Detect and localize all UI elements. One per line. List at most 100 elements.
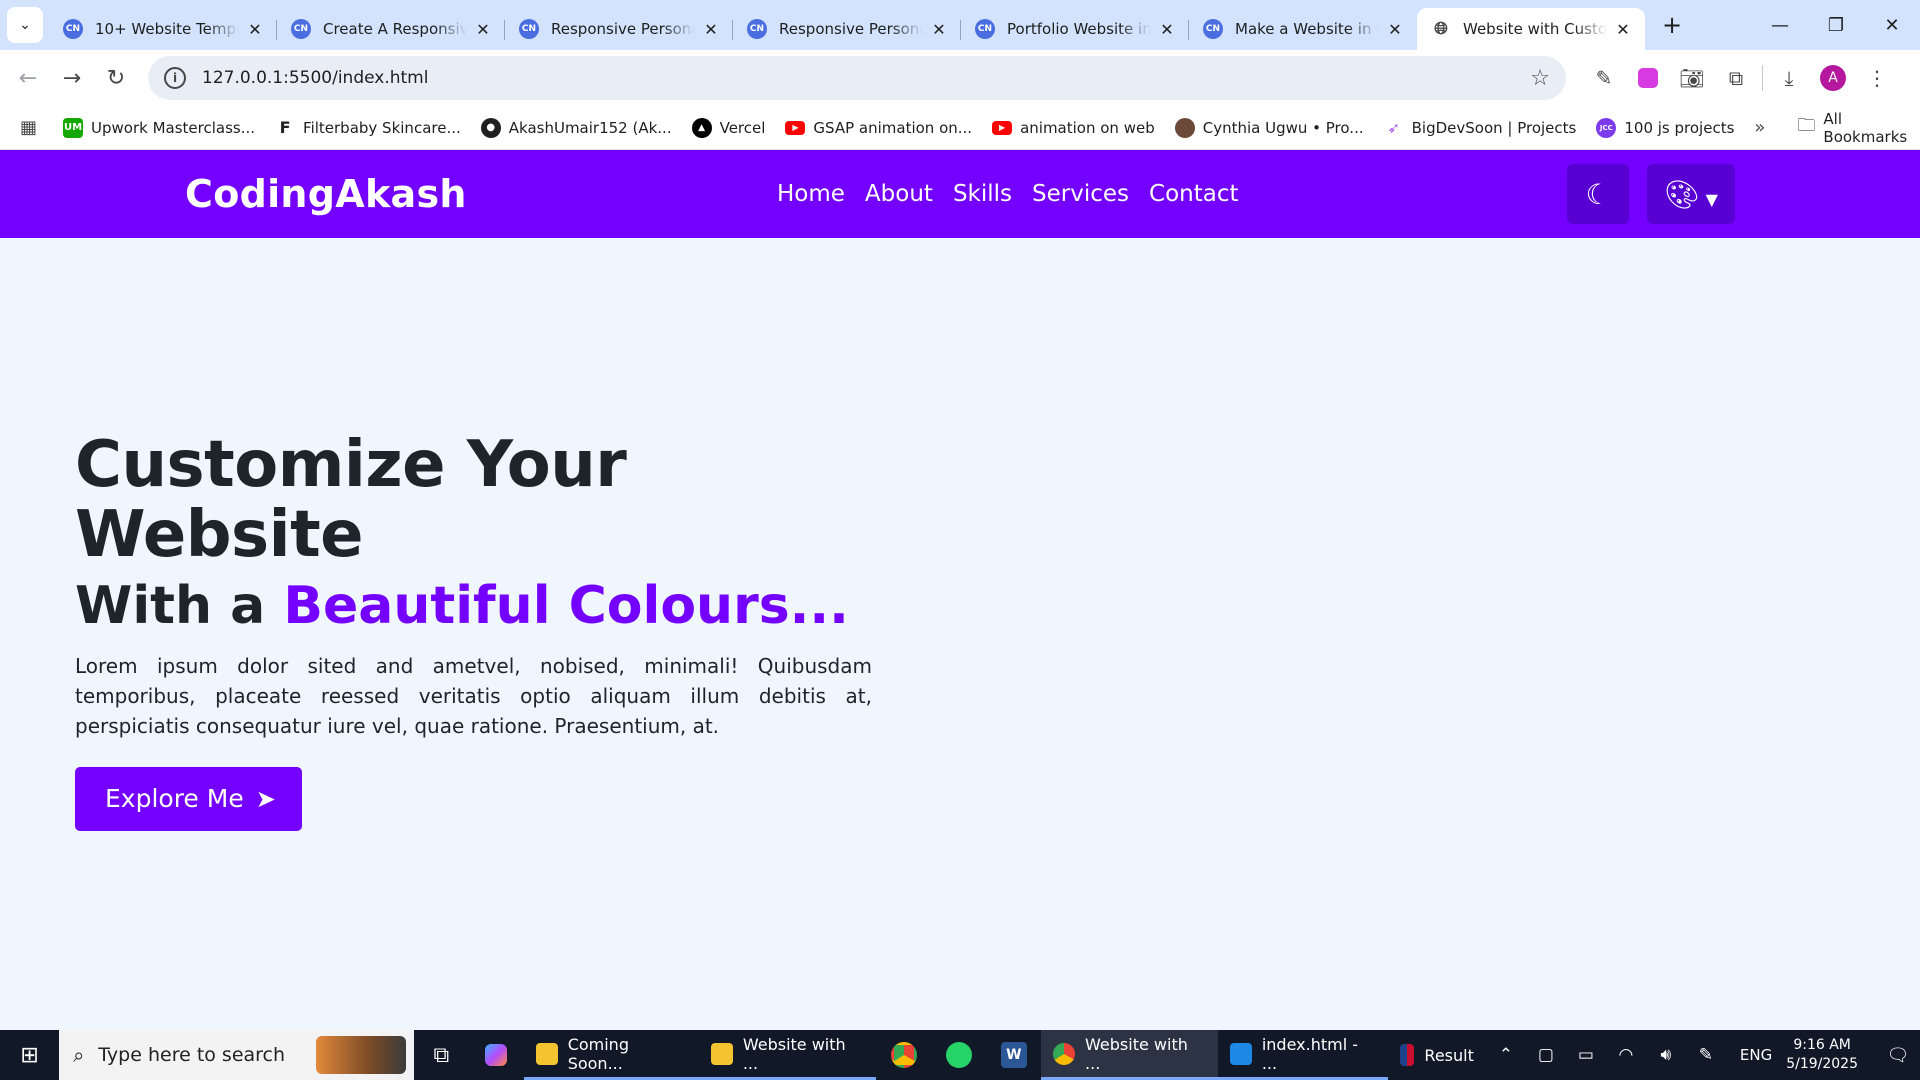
chevron-double-right-icon[interactable]: » <box>1754 117 1765 138</box>
taskbar-search-placeholder: Type here to search <box>98 1044 286 1066</box>
window-close-icon[interactable]: ✕ <box>1864 15 1920 36</box>
site-info-icon[interactable]: i <box>164 67 186 89</box>
nav-link-services[interactable]: Services <box>1032 181 1129 207</box>
taskbar-app-label: index.html - ... <box>1261 1034 1358 1073</box>
bookmark-label: 100 js projects <box>1624 118 1735 137</box>
new-tab-button[interactable]: + <box>1655 8 1689 42</box>
bookmark-label: Upwork Masterclass... <box>91 118 256 137</box>
bookmark-item[interactable]: ● AkashUmair152 (Ak... <box>480 117 672 138</box>
codingnepal-favicon-icon: CN <box>747 19 767 39</box>
close-icon[interactable]: ✕ <box>1385 20 1405 39</box>
extensions-area: ✎ 📷︎ ⧉ ⤓ A ⋮ <box>1582 58 1899 98</box>
toolbar-divider <box>1762 65 1763 91</box>
camera-tray-icon[interactable]: ▢ <box>1526 1045 1566 1065</box>
reload-icon[interactable]: ↻ <box>96 58 136 98</box>
task-view-icon[interactable]: ⧉ <box>414 1030 469 1080</box>
extensions-puzzle-icon[interactable]: ⧉ <box>1714 58 1758 98</box>
bookmark-item[interactable]: ➶ BigDevSoon | Projects <box>1384 118 1577 138</box>
tab-title: Make a Website in H <box>1235 20 1379 38</box>
back-arrow-icon[interactable]: ← <box>8 58 48 98</box>
bookmark-item[interactable]: ▶ animation on web <box>992 119 1155 137</box>
codingnepal-favicon-icon: CN <box>1203 19 1223 39</box>
folder-icon: 🗀 <box>1797 114 1816 136</box>
bookmark-item[interactable]: JCC 100 js projects <box>1596 117 1735 138</box>
bookmark-label: Cynthia Ugwu • Pro... <box>1202 118 1364 137</box>
profile-avatar[interactable]: A <box>1811 58 1855 98</box>
close-icon[interactable]: ✕ <box>701 20 721 39</box>
language-indicator[interactable]: ENG <box>1740 1046 1772 1064</box>
word-icon[interactable]: W <box>986 1030 1041 1080</box>
bookmark-item[interactable]: F Filterbaby Skincare... <box>275 118 461 138</box>
close-icon[interactable]: ✕ <box>1157 20 1177 39</box>
pen-icon[interactable]: ✎ <box>1686 1045 1726 1065</box>
moon-icon: ☾ <box>1585 177 1611 211</box>
color-picker-extension-icon[interactable]: ✎ <box>1582 58 1626 98</box>
tab-search-button[interactable]: ⌄ <box>7 7 43 43</box>
bookmark-item[interactable]: ▶ GSAP animation on... <box>785 119 972 137</box>
nav-link-about[interactable]: About <box>865 181 933 207</box>
browser-tab-active[interactable]: 🌐︎ Website with Custom ✕ <box>1417 8 1645 50</box>
bookmark-item[interactable]: UM Upwork Masterclass... <box>63 117 256 138</box>
color-theme-dropdown-button[interactable]: 🎨︎ ▼ <box>1647 164 1735 224</box>
taskbar-app-explorer[interactable]: Website with ... <box>699 1030 876 1080</box>
youtube-icon: ▶ <box>992 120 1013 135</box>
explore-me-button[interactable]: Explore Me ➤ <box>75 766 302 831</box>
browser-tab[interactable]: CN Responsive Personal ✕ <box>505 8 733 50</box>
codingnepal-favicon-icon: CN <box>519 19 539 39</box>
browser-tab[interactable]: CN 10+ Website Templat ✕ <box>49 8 277 50</box>
site-header: CodingAkash Home About Skills Services C… <box>0 150 1920 238</box>
taskbar-app-chrome-active[interactable]: Website with ... <box>1041 1030 1219 1080</box>
folder-icon <box>536 1042 558 1065</box>
copilot-icon[interactable] <box>469 1030 524 1080</box>
pink-extension-icon[interactable] <box>1626 58 1670 98</box>
forward-arrow-icon[interactable]: → <box>52 58 92 98</box>
download-icon[interactable]: ⤓ <box>1767 58 1811 98</box>
taskbar-app-vscode[interactable]: index.html - ... <box>1218 1030 1389 1080</box>
close-icon[interactable]: ✕ <box>1613 20 1633 39</box>
nav-link-contact[interactable]: Contact <box>1149 181 1238 207</box>
volume-icon[interactable]: 🔊︎ <box>1646 1045 1686 1065</box>
browser-tab[interactable]: CN Portfolio Website in ✕ <box>961 8 1189 50</box>
chrome-icon[interactable] <box>876 1030 931 1080</box>
browser-tab[interactable]: CN Make a Website in H ✕ <box>1189 8 1417 50</box>
browser-tab[interactable]: CN Responsive Personal ✕ <box>733 8 961 50</box>
kebab-menu-icon[interactable]: ⋮ <box>1855 58 1899 98</box>
taskbar-widget-result[interactable]: Result <box>1388 1030 1485 1080</box>
tab-title: Portfolio Website in <box>1007 20 1151 38</box>
taskbar-app-explorer[interactable]: Coming Soon... <box>524 1030 700 1080</box>
bookmark-label: Filterbaby Skincare... <box>303 118 461 137</box>
minimize-icon[interactable]: — <box>1752 15 1808 36</box>
search-icon: ⌕ <box>73 1043 85 1067</box>
all-bookmarks-button[interactable]: 🗀 All Bookmarks <box>1797 110 1907 146</box>
url-text[interactable]: 127.0.0.1:5500/index.html <box>202 68 1530 88</box>
restore-icon[interactable]: ❐ <box>1808 15 1864 36</box>
bookmark-item[interactable]: ▲ Vercel <box>691 117 765 138</box>
chevron-up-icon[interactable]: ⌃ <box>1486 1045 1526 1065</box>
notification-icon[interactable]: 🗨︎ <box>1876 1045 1920 1066</box>
close-icon[interactable]: ✕ <box>245 20 265 39</box>
camera-icon[interactable]: 📷︎ <box>1670 58 1714 98</box>
nav-link-skills[interactable]: Skills <box>953 181 1012 207</box>
windows-start-icon[interactable]: ⊞ <box>0 1030 59 1080</box>
close-icon[interactable]: ✕ <box>473 20 493 39</box>
system-tray: ⌃ ▢ ▭ ◠ 🔊︎ ✎ ENG 9:16 AM 5/19/2025 🗨︎ <box>1486 1030 1920 1080</box>
taskbar-search-box[interactable]: ⌕ Type here to search <box>59 1030 414 1080</box>
dark-mode-toggle-button[interactable]: ☾ <box>1567 164 1629 224</box>
browser-tab[interactable]: CN Create A Responsive ✕ <box>277 8 505 50</box>
hero-paragraph: Lorem ipsum dolor sited and ametvel, nob… <box>75 653 872 738</box>
bookmark-star-icon[interactable]: ☆ <box>1530 66 1550 91</box>
close-icon[interactable]: ✕ <box>929 20 949 39</box>
site-logo[interactable]: CodingAkash <box>185 172 467 216</box>
wifi-icon[interactable]: ◠ <box>1606 1045 1646 1065</box>
apps-grid-icon[interactable]: ▦ <box>20 117 37 138</box>
codingnepal-favicon-icon: CN <box>291 19 311 39</box>
whatsapp-icon[interactable] <box>931 1030 986 1080</box>
bookmark-label: BigDevSoon | Projects <box>1411 118 1577 137</box>
tab-title: Website with Custom <box>1463 20 1607 38</box>
taskbar-clock[interactable]: 9:16 AM 5/19/2025 <box>1786 1036 1858 1074</box>
bookmark-item[interactable]: Cynthia Ugwu • Pro... <box>1174 117 1364 138</box>
youtube-icon: ▶ <box>785 120 806 135</box>
battery-icon[interactable]: ▭ <box>1566 1045 1606 1065</box>
address-bar[interactable]: i 127.0.0.1:5500/index.html ☆ <box>148 56 1566 100</box>
nav-link-home[interactable]: Home <box>777 181 845 207</box>
